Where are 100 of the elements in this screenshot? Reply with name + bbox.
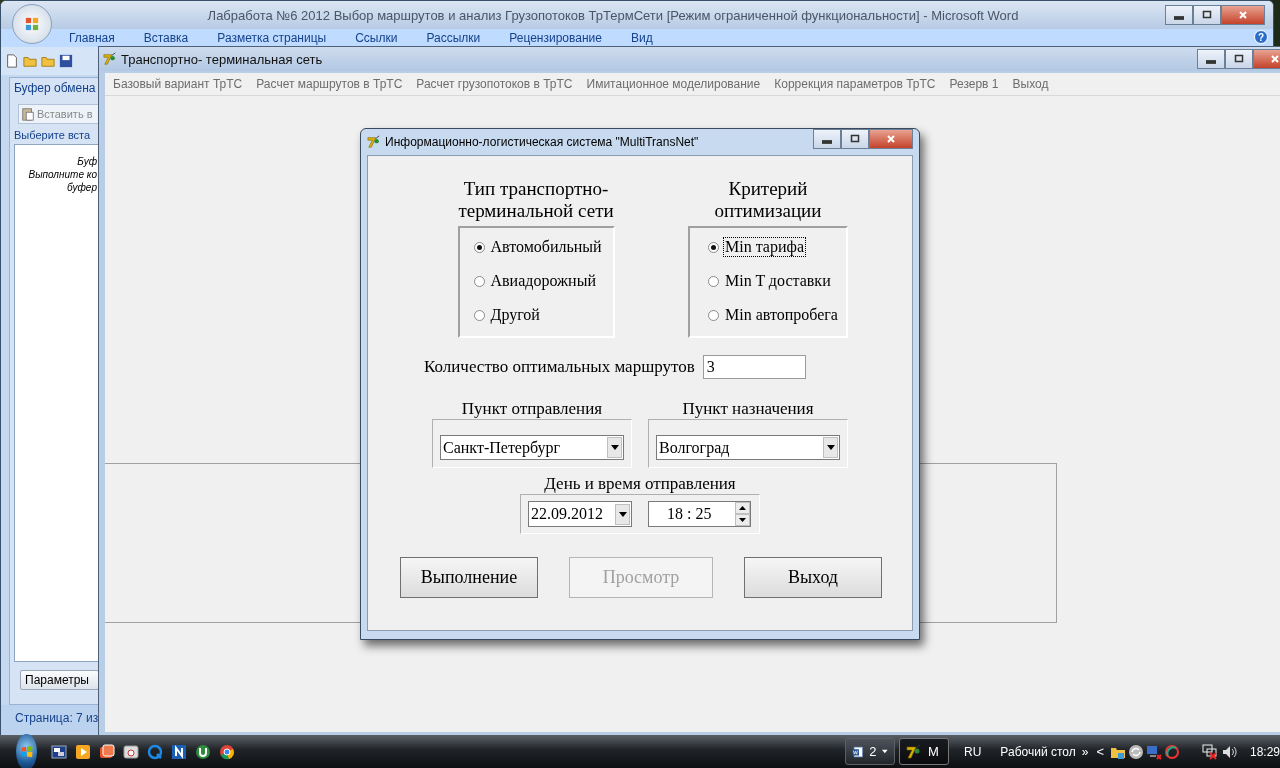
camera-icon[interactable] (123, 743, 139, 760)
document-icon (852, 743, 864, 760)
windows-icon[interactable] (51, 743, 67, 760)
close-button[interactable] (1221, 5, 1265, 25)
taskbar-button[interactable]: M (899, 738, 949, 765)
close-icon (1270, 54, 1280, 64)
new-document-icon[interactable] (5, 54, 19, 68)
radio-button[interactable] (708, 309, 719, 321)
radio-button[interactable] (473, 275, 485, 287)
empty-message: Выполните ко (27, 168, 97, 181)
action-button[interactable]: Выход (744, 557, 882, 598)
toolbar-chevron[interactable]: » (1081, 744, 1089, 759)
ribbon-tab[interactable]: Рассылки (426, 31, 500, 45)
menu-item[interactable]: Базовый вариант ТрТС (113, 77, 243, 91)
dropdown-button[interactable] (823, 437, 838, 458)
city-dropdown[interactable]: Санкт-Петербург (440, 435, 624, 460)
field-label: Пункт отправления (461, 399, 603, 419)
maximize-button[interactable] (1193, 5, 1221, 25)
caret-icon (618, 511, 627, 517)
spin-down-button[interactable] (735, 514, 750, 526)
menu-item[interactable]: Имитационное моделирование (586, 77, 761, 91)
ribbon-tab[interactable]: Ссылки (355, 31, 417, 45)
menu-item[interactable]: Коррекция параметров ТрТС (774, 77, 936, 91)
maximize-button[interactable] (841, 129, 869, 149)
n-letter-icon[interactable] (171, 743, 187, 760)
desktop-toolbar-label[interactable]: Рабочий стол (1000, 744, 1076, 759)
group-heading: Критерий оптимизации (713, 178, 823, 222)
caret-icon (826, 445, 835, 450)
ribbon-tab[interactable]: Вставка (143, 31, 208, 45)
minimize-icon (1206, 57, 1216, 67)
ribbon-tab[interactable]: Разметка страницы (217, 31, 346, 45)
language-indicator[interactable]: RU (964, 744, 982, 759)
window-title: Транспортно- терминальная сеть (121, 51, 324, 67)
radio-button[interactable] (473, 309, 485, 321)
close-button[interactable] (869, 129, 913, 149)
empty-message: Буф (76, 155, 97, 168)
show-hidden-icons-button[interactable]: < (1096, 744, 1104, 759)
app-icon (906, 743, 922, 760)
save-icon[interactable] (59, 54, 73, 68)
menu-item[interactable]: Расчет грузопотоков в ТрТС (416, 77, 573, 91)
app-icon (103, 52, 117, 66)
city-dropdown[interactable]: Волгоград (656, 435, 840, 460)
pane-title: Буфер обмена (13, 80, 97, 97)
play-icon[interactable] (75, 743, 91, 760)
action-button[interactable]: Выполнение (400, 557, 538, 598)
clipboard-icon (21, 107, 35, 121)
minimize-button[interactable] (1165, 5, 1193, 25)
app-icon (367, 135, 381, 149)
radio-button[interactable] (708, 275, 719, 287)
window-title: Лабработа №6 2012 Выбор маршрутов и анализ Грузопотоков ТрТермСети [Режим ограниченной функциональности] - Microsoft Word (206, 7, 1020, 23)
maximize-button[interactable] (1225, 49, 1253, 69)
route-count-field[interactable]: 3 (702, 355, 806, 379)
clock[interactable]: 18:29 (1249, 744, 1280, 759)
maximize-icon (1202, 10, 1212, 20)
menu-item[interactable]: Выход (1012, 77, 1049, 91)
minimize-icon (1174, 13, 1184, 23)
caret-icon (610, 445, 619, 450)
field-label: Количество оптимальных маршрутов (424, 357, 695, 377)
menu-item[interactable]: Расчет маршрутов в ТрТС (256, 77, 403, 91)
up-arrow-icon (739, 506, 746, 510)
empty-message: буфер (66, 181, 97, 194)
close-icon (1238, 10, 1248, 20)
ribbon-tab[interactable]: Главная (69, 31, 134, 45)
windows-logo-icon (19, 744, 34, 759)
taskbar-button[interactable]: 2 (845, 738, 895, 765)
photo-icon[interactable] (99, 743, 115, 760)
ribbon-tab[interactable]: Вид (630, 31, 672, 45)
start-button[interactable] (16, 733, 37, 768)
radio-button[interactable] (473, 241, 485, 253)
ribbon-tab[interactable]: Рецензирование (509, 31, 621, 45)
radio-button[interactable] (708, 241, 719, 253)
radio-option[interactable]: Другой (471, 304, 613, 326)
network-error-icon[interactable] (1145, 743, 1162, 760)
field-label: День и время отправления (544, 474, 736, 494)
maximize-icon (1234, 54, 1244, 64)
radio-option[interactable]: Автомобильный (471, 236, 613, 258)
pane-prompt: Выберите вста (13, 128, 92, 141)
radio-option[interactable]: Авиадорожный (471, 270, 613, 292)
radio-option[interactable]: Min автопробега (706, 304, 846, 326)
network-disconnected-icon[interactable] (1201, 743, 1218, 760)
dropdown-button[interactable] (607, 437, 622, 458)
sync-icon[interactable] (1127, 743, 1144, 760)
field-label: Пункт назначения (682, 399, 814, 419)
minimize-button[interactable] (813, 129, 841, 149)
dialog-title: Информационно-логистическая система "MultiTransNet" (385, 135, 700, 149)
group-heading: Тип транспортно-терминальной сети (457, 178, 615, 222)
radio-option[interactable]: Min T доставки (706, 270, 846, 292)
dropdown-button[interactable] (615, 503, 630, 525)
down-arrow-icon (739, 518, 746, 522)
office-logo-icon (25, 17, 39, 31)
spin-up-button[interactable] (735, 502, 750, 514)
menu-item[interactable]: Резерв 1 (949, 77, 999, 91)
close-icon (886, 134, 896, 144)
time-field[interactable]: 18 : 25 (648, 501, 751, 527)
minimize-button[interactable] (1197, 49, 1225, 69)
caret-icon (882, 749, 888, 754)
date-picker[interactable]: 22.09.2012 (528, 501, 632, 527)
minimize-icon (822, 137, 832, 147)
options-button[interactable]: Параметры (20, 670, 99, 690)
swirl-icon[interactable] (1163, 743, 1180, 760)
